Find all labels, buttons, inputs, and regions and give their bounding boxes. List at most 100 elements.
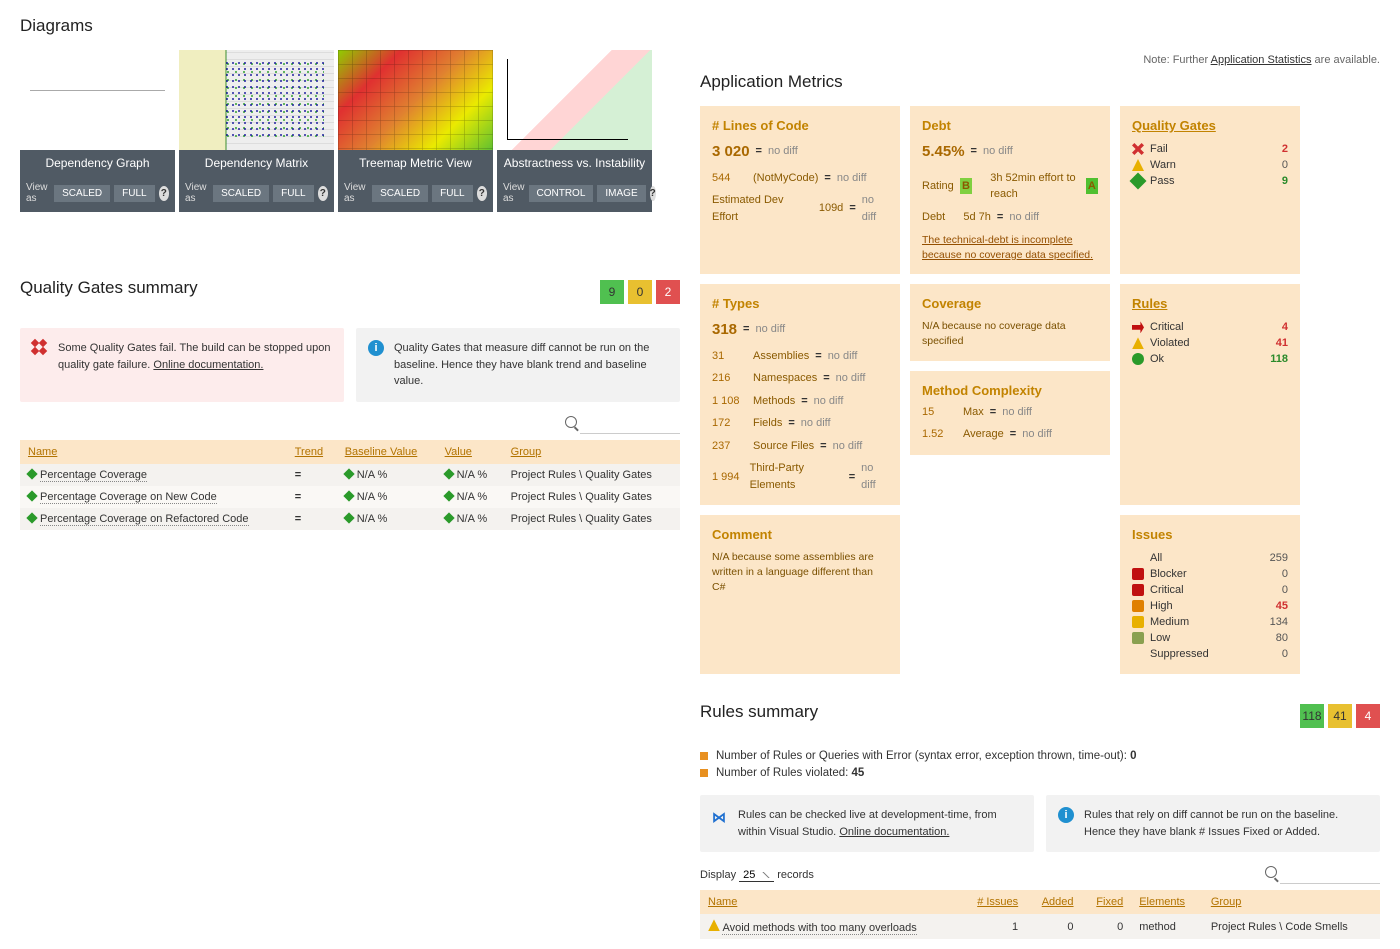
critical-icon [1132, 584, 1144, 596]
view-as-label: View as [26, 182, 50, 204]
type-row: 172Fields = no diff [712, 415, 888, 432]
types-title: # Types [712, 296, 888, 311]
comment-title: Comment [712, 527, 888, 542]
gate-row[interactable]: Fail2 [1132, 141, 1288, 157]
col-group[interactable]: Group [503, 440, 680, 464]
display-count-select[interactable]: 25 [739, 869, 774, 882]
col-added[interactable]: Added [1026, 890, 1081, 914]
help-icon[interactable]: ? [159, 186, 169, 201]
high-icon [1132, 600, 1144, 612]
rules-title[interactable]: Rules [1132, 296, 1288, 311]
visual-studio-icon: ⋈ [712, 807, 728, 823]
scaled-button[interactable]: SCALED [54, 185, 110, 202]
target-rating-badge: A [1086, 178, 1098, 194]
app-statistics-link[interactable]: Application Statistics [1211, 54, 1312, 66]
gate-row[interactable]: Pass9 [1132, 173, 1288, 189]
type-row: 1 108Methods = no diff [712, 393, 888, 410]
nodiff-label: no diff [768, 143, 798, 160]
debt-title: Debt [922, 118, 1098, 133]
gates-title[interactable]: Quality Gates [1132, 118, 1288, 133]
col-elements[interactable]: Elements [1131, 890, 1203, 914]
issue-row[interactable]: Critical0 [1132, 582, 1288, 598]
col-issues[interactable]: # Issues [960, 890, 1026, 914]
diagram-dependency-graph: Dependency Graph View as SCALED FULL ? [20, 50, 175, 212]
badge-warn[interactable]: 0 [628, 280, 652, 304]
diagram-treemap: Treemap Metric View View as SCALED FULL … [338, 50, 493, 212]
col-baseline[interactable]: Baseline Value [337, 440, 437, 464]
status-icon [343, 468, 354, 479]
view-as-label: View as [185, 182, 209, 204]
issue-row[interactable]: All259 [1132, 550, 1288, 566]
diagram-thumbnail[interactable] [497, 50, 652, 150]
table-row[interactable]: Percentage Coverage on Refactored Code =… [20, 508, 680, 530]
control-button[interactable]: CONTROL [529, 185, 594, 202]
col-name[interactable]: Name [700, 890, 960, 914]
viol-icon [1132, 337, 1144, 349]
col-fixed[interactable]: Fixed [1082, 890, 1132, 914]
scaled-button[interactable]: SCALED [213, 185, 269, 202]
help-icon[interactable]: ? [477, 186, 487, 201]
issue-row[interactable]: Suppressed0 [1132, 646, 1288, 662]
rule-row[interactable]: Critical4 [1132, 319, 1288, 335]
crit-icon [1132, 321, 1144, 333]
full-button[interactable]: FULL [114, 185, 154, 202]
issue-row[interactable]: Low80 [1132, 630, 1288, 646]
type-row: 216Namespaces = no diff [712, 370, 888, 387]
status-icon [443, 512, 454, 523]
full-button[interactable]: FULL [432, 185, 472, 202]
issue-row[interactable]: Blocker0 [1132, 566, 1288, 582]
bullet-icon [700, 752, 708, 760]
status-icon [26, 468, 37, 479]
effort-label: 3h 52min effort to reach [990, 170, 1079, 203]
badge-critical[interactable]: 4 [1356, 704, 1380, 728]
help-icon[interactable]: ? [650, 186, 656, 201]
col-value[interactable]: Value [437, 440, 503, 464]
col-group[interactable]: Group [1203, 890, 1380, 914]
issue-row[interactable]: High45 [1132, 598, 1288, 614]
table-row[interactable]: Percentage Coverage = N/A % N/A % Projec… [20, 464, 680, 486]
rating-label: Rating [922, 178, 954, 195]
gate-row[interactable]: Warn0 [1132, 157, 1288, 173]
badge-violated[interactable]: 41 [1328, 704, 1352, 728]
full-button[interactable]: FULL [273, 185, 313, 202]
rule-row[interactable]: Ok118 [1132, 351, 1288, 367]
rules-search-input[interactable] [1280, 867, 1380, 884]
status-icon [26, 512, 37, 523]
help-icon[interactable]: ? [318, 186, 328, 201]
type-row: 237Source Files = no diff [712, 438, 888, 455]
col-trend[interactable]: Trend [287, 440, 337, 464]
complexity-title: Method Complexity [922, 383, 1098, 398]
complexity-card: Method Complexity 15Max = no diff1.52Ave… [910, 371, 1110, 455]
rules-violated-count: Number of Rules violated: 45 [700, 767, 1380, 779]
image-button[interactable]: IMAGE [597, 185, 645, 202]
badge-fail[interactable]: 2 [656, 280, 680, 304]
diagram-thumbnail[interactable] [338, 50, 493, 150]
metrics-heading: Application Metrics [700, 72, 1380, 92]
qg-summary-heading: Quality Gates summary [20, 278, 198, 298]
online-doc-link[interactable]: Online documentation. [153, 359, 263, 371]
search-icon[interactable] [1265, 866, 1277, 878]
diagram-thumbnail[interactable] [20, 50, 175, 150]
bullet-icon [700, 769, 708, 777]
table-row[interactable]: Avoid methods with too many overloads 1 … [700, 914, 1380, 939]
loc-title: # Lines of Code [712, 118, 888, 133]
display-label: Display [700, 869, 736, 881]
type-row: 31Assemblies = no diff [712, 348, 888, 365]
qg-search-input[interactable] [580, 417, 680, 434]
rule-row[interactable]: Violated41 [1132, 335, 1288, 351]
dev-effort-label: Estimated Dev Effort [712, 192, 801, 225]
debt-warning-link[interactable]: The technical-debt is incomplete because… [922, 233, 1098, 262]
diagram-thumbnail[interactable] [179, 50, 334, 150]
status-icon [443, 468, 454, 479]
rules-summary-heading: Rules summary [700, 702, 818, 722]
debt-value: 5.45% [922, 141, 965, 164]
col-name[interactable]: Name [20, 440, 287, 464]
scaled-button[interactable]: SCALED [372, 185, 428, 202]
search-icon[interactable] [565, 416, 577, 428]
badge-ok[interactable]: 118 [1300, 704, 1324, 728]
complexity-row: 1.52Average = no diff [922, 426, 1098, 443]
online-doc-link[interactable]: Online documentation. [839, 826, 949, 838]
badge-pass[interactable]: 9 [600, 280, 624, 304]
table-row[interactable]: Percentage Coverage on New Code = N/A % … [20, 486, 680, 508]
issue-row[interactable]: Medium134 [1132, 614, 1288, 630]
